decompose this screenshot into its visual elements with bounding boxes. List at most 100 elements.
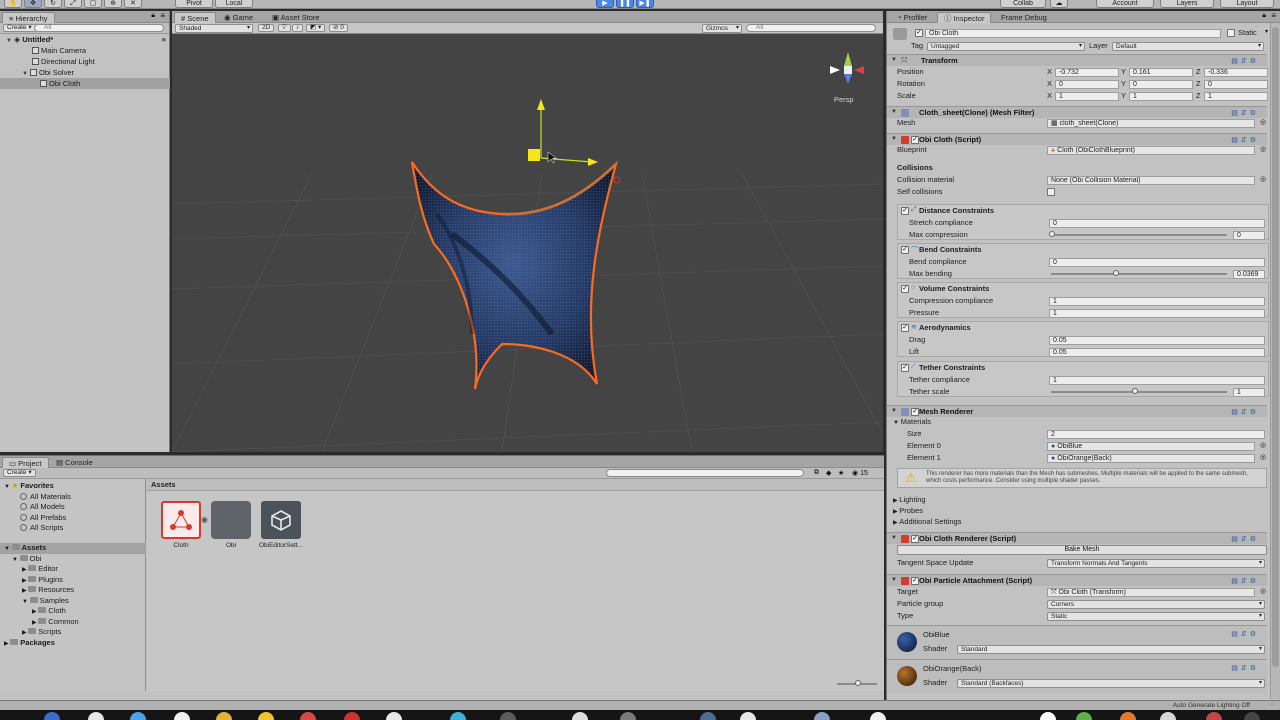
component-settings-icons[interactable]: ▤⇵⚙ — [1231, 535, 1259, 543]
hidden-objects-toggle[interactable]: ⊘ 0 — [329, 24, 348, 32]
volume-constraints-checkbox[interactable]: ✓ — [901, 285, 909, 293]
position-x-field[interactable]: -0.732 — [1055, 68, 1119, 77]
filter-type-icon[interactable]: ⧉ — [814, 469, 819, 477]
gizmos-dropdown[interactable]: Gizmos — [702, 24, 742, 33]
shading-mode-dropdown[interactable]: Shaded — [175, 24, 253, 33]
additional-settings-foldout[interactable]: ▶ Additional Settings — [893, 517, 961, 528]
favorite-item[interactable]: All Prefabs — [20, 513, 66, 524]
stretch-compliance-field[interactable]: 0 — [1049, 219, 1265, 228]
packages-folder[interactable]: ▶ Packages — [4, 638, 55, 649]
photos-dock-icon[interactable] — [386, 712, 402, 720]
move-tool-button[interactable]: ✥ — [24, 0, 42, 8]
layout-dropdown[interactable]: Layout — [1220, 0, 1274, 8]
scale-z-field[interactable]: 1 — [1204, 92, 1268, 101]
pause-button[interactable]: ❚❚ — [616, 0, 634, 8]
rotation-z-field[interactable]: 0 — [1204, 80, 1268, 89]
audio-toggle-icon[interactable]: ♪ — [292, 24, 304, 32]
object-picker-icon[interactable]: ◎ — [1260, 587, 1266, 595]
assets-breadcrumb[interactable]: Assets — [151, 480, 176, 490]
tab-hierarchy[interactable]: ≡ Hierarchy — [2, 12, 55, 23]
scale-y-field[interactable]: 1 — [1129, 92, 1193, 101]
distance-constraints-checkbox[interactable]: ✓ — [901, 207, 909, 215]
messages-dock-icon[interactable] — [450, 712, 466, 720]
transform-header[interactable]: ▼ ⤧ Transform ▤⇵⚙ — [887, 54, 1267, 66]
tree-folder-plugins[interactable]: ▶ Plugins — [22, 575, 63, 586]
pivot-toggle[interactable]: Pivot — [175, 0, 213, 8]
hierarchy-item-obi-solver[interactable]: ▼ Obi Solver — [0, 67, 170, 78]
particle-group-dropdown[interactable]: Corners — [1047, 600, 1265, 609]
lock-icon[interactable]: 🔒︎ — [1262, 12, 1266, 20]
tab-inspector[interactable]: ⓘ Inspector — [937, 12, 992, 23]
material-element-1-field[interactable]: ● ObiOrange(Back) — [1047, 454, 1255, 463]
music-dock-icon[interactable] — [344, 712, 360, 720]
scene-search-input[interactable]: All — [746, 24, 876, 32]
2d-toggle[interactable]: 2D — [258, 24, 275, 32]
tab-scene[interactable]: # Scene — [174, 12, 216, 23]
rotation-x-field[interactable]: 0 — [1055, 80, 1119, 89]
lock-icon[interactable]: 🔒︎ — [151, 12, 155, 20]
self-collisions-checkbox[interactable] — [1047, 188, 1055, 196]
rect-tool-button[interactable]: ▢ — [84, 0, 102, 8]
obi-particle-attachment-header[interactable]: ▼ ✓ Obi Particle Attachment (Script) ▤⇵⚙ — [887, 574, 1267, 586]
project-create-button[interactable]: Create ▾ — [3, 469, 36, 477]
notes-dock-icon[interactable] — [174, 712, 190, 720]
object-picker-icon[interactable]: ◎ — [1260, 145, 1266, 153]
local-toggle[interactable]: Local — [215, 0, 253, 8]
max-bending-field[interactable]: 0.0369 — [1233, 270, 1265, 279]
materials-size-field[interactable]: 2 — [1047, 430, 1265, 439]
hierarchy-item-obi-cloth[interactable]: Obi Cloth — [0, 78, 170, 89]
scale-x-field[interactable]: 1 — [1055, 92, 1119, 101]
trash-dock-icon[interactable] — [1244, 712, 1260, 720]
tether-compliance-field[interactable]: 1 — [1049, 376, 1265, 385]
object-picker-icon[interactable]: ◎ — [1260, 118, 1266, 126]
app-dock-icon[interactable] — [1160, 712, 1176, 720]
position-y-field[interactable]: 0.161 — [1129, 68, 1193, 77]
max-compression-slider[interactable] — [1051, 234, 1227, 236]
preferences-dock-icon[interactable] — [620, 712, 636, 720]
scene-viewport[interactable]: Persp — [172, 34, 883, 452]
favorite-item[interactable]: All Models — [20, 502, 65, 513]
app-dock-icon[interactable] — [814, 712, 830, 720]
max-compression-field[interactable]: 0 — [1233, 231, 1265, 240]
mail-dock-icon[interactable] — [216, 712, 232, 720]
object-picker-icon[interactable]: ◎ — [1260, 175, 1266, 183]
tab-asset-store[interactable]: ▣ Asset Store — [266, 12, 326, 23]
perspective-label[interactable]: Persp — [834, 95, 854, 104]
drag-field[interactable]: 0.05 — [1049, 336, 1265, 345]
attachment-type-dropdown[interactable]: Static — [1047, 612, 1265, 621]
tether-scale-slider[interactable] — [1051, 391, 1227, 393]
materials-foldout[interactable]: ▼ Materials — [893, 417, 931, 428]
tree-folder-cloth[interactable]: ▶ Cloth — [32, 606, 66, 617]
mesh-filter-header[interactable]: ▼ Cloth_sheet(Clone) (Mesh Filter) ▤⇵⚙ — [887, 106, 1267, 118]
tab-console[interactable]: ▤ Console — [50, 457, 99, 468]
tab-project[interactable]: ▭ Project — [2, 457, 49, 468]
probes-foldout[interactable]: ▶ Probes — [893, 506, 923, 517]
assets-root-folder[interactable]: ▼ Assets — [0, 543, 146, 554]
asset-obi-folder[interactable]: Obi — [205, 501, 257, 549]
app-dock-icon[interactable] — [700, 712, 716, 720]
component-settings-icons[interactable]: ▤⇵⚙ — [1231, 109, 1259, 117]
component-settings-icons[interactable]: ▤⇵⚙ — [1231, 136, 1259, 144]
terminal-dock-icon[interactable] — [500, 712, 516, 720]
favorites-foldout[interactable]: ▼ ★ Favorites — [4, 481, 54, 492]
tab-game[interactable]: ◉ Game — [218, 12, 259, 23]
fold-arrow-icon[interactable]: ▼ — [891, 577, 897, 583]
safari-dock-icon[interactable] — [88, 712, 104, 720]
component-enabled-checkbox[interactable]: ✓ — [911, 535, 919, 543]
lighting-toggle-icon[interactable]: 💡︎ — [278, 24, 291, 32]
inspector-scrollbar[interactable] — [1270, 23, 1280, 699]
tree-folder-editor[interactable]: ▶ Editor — [22, 564, 58, 575]
finder-dock-icon[interactable] — [44, 712, 60, 720]
rotation-y-field[interactable]: 0 — [1129, 80, 1193, 89]
static-dropdown-arrow-icon[interactable]: ▾ — [1265, 28, 1268, 35]
component-settings-icons[interactable]: ▤⇵⚙ — [1231, 664, 1259, 672]
project-search-input[interactable] — [606, 469, 804, 477]
aerodynamics-checkbox[interactable]: ✓ — [901, 324, 909, 332]
step-button[interactable]: ▶❚ — [636, 0, 654, 8]
tether-constraints-checkbox[interactable]: ✓ — [901, 364, 909, 372]
component-enabled-checkbox[interactable]: ✓ — [911, 408, 919, 416]
asset-cloth-blueprint[interactable]: ◉ Cloth — [155, 501, 208, 549]
fold-arrow-icon[interactable]: ▼ — [891, 535, 897, 541]
object-name-field[interactable]: Obi Cloth — [925, 29, 1221, 38]
hand-tool-button[interactable]: ✋ — [4, 0, 22, 8]
